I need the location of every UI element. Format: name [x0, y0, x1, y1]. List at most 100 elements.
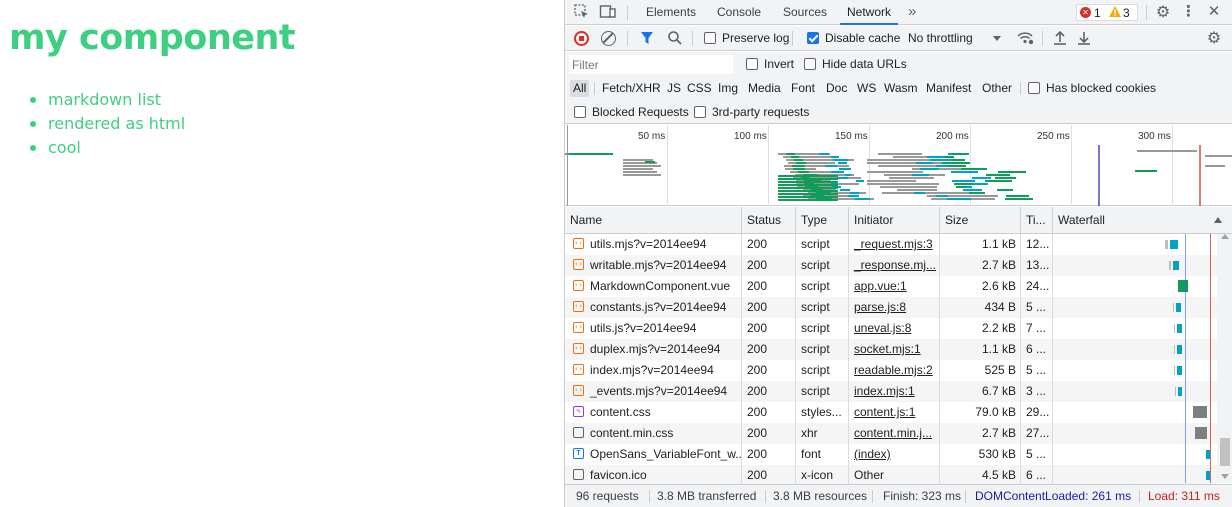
table-row[interactable]: ‹› writable.mjs?v=2014ee94 200 script _respo…	[565, 255, 1217, 276]
tab-elements[interactable]: Elements	[646, 0, 696, 25]
type-filter-all[interactable]: All	[570, 80, 590, 97]
disable-cache-checkbox[interactable]	[807, 32, 819, 44]
tab-console[interactable]: Console	[717, 0, 761, 25]
import-har-icon[interactable]	[1053, 30, 1067, 46]
table-row[interactable]: content.min.css 200 xhr content.min.j... 2.7…	[565, 423, 1217, 444]
cell-time: 3 ...	[1021, 381, 1053, 402]
column-header-time[interactable]: Ti...	[1021, 207, 1053, 234]
device-toolbar-icon[interactable]	[599, 3, 617, 21]
blocked-requests-label[interactable]: Blocked Requests	[592, 105, 689, 119]
page-heading: my component	[9, 18, 296, 58]
table-row[interactable]: ‹› utils.js?v=2014ee94 200 script uneval.js:…	[565, 318, 1217, 339]
table-row[interactable]: ‹› _events.mjs?v=2014ee94 200 script index.m…	[565, 381, 1217, 402]
cell-initiator[interactable]: parse.js:8	[849, 297, 940, 318]
filter-funnel-icon[interactable]	[640, 31, 654, 45]
doc-file-icon	[573, 427, 584, 438]
chevron-down-icon[interactable]	[993, 36, 1001, 41]
cell-initiator[interactable]: content.min.j...	[849, 423, 940, 444]
waterfall-bar	[1177, 324, 1182, 333]
table-row[interactable]: ‹› duplex.mjs?v=2014ee94 200 script socket.m…	[565, 339, 1217, 360]
type-filter-js[interactable]: JS	[664, 80, 684, 97]
cell-initiator[interactable]: Other	[849, 465, 940, 486]
invert-checkbox[interactable]	[746, 58, 758, 70]
type-filter-ws[interactable]: WS	[854, 80, 879, 97]
type-filter-media[interactable]: Media	[745, 80, 784, 97]
column-header-type[interactable]: Type	[796, 207, 849, 234]
cell-text: script	[801, 384, 830, 398]
has-blocked-cookies-label[interactable]: Has blocked cookies	[1046, 81, 1156, 95]
settings-gear-icon[interactable]: ⚙	[1154, 2, 1172, 22]
network-overview-timeline[interactable]: 50 ms 100 ms 150 ms 200 ms 250 ms 300 ms	[565, 125, 1232, 206]
table-row[interactable]: favicon.ico 200 x-icon Other 4.5 kB 6 ...	[565, 465, 1217, 486]
type-filter-fetch-xhr[interactable]: Fetch/XHR	[599, 80, 664, 97]
column-header-waterfall[interactable]: Waterfall	[1053, 207, 1232, 234]
column-header-initiator[interactable]: Initiator	[849, 207, 940, 234]
third-party-requests-label[interactable]: 3rd-party requests	[712, 105, 809, 119]
cell-text: font	[801, 447, 822, 461]
cell-initiator[interactable]: app.vue:1	[849, 276, 940, 297]
export-har-icon[interactable]	[1077, 30, 1091, 46]
table-row[interactable]: ‹› constants.js?v=2014ee94 200 script parse.…	[565, 297, 1217, 318]
hide-data-urls-label[interactable]: Hide data URLs	[822, 57, 907, 71]
filter-input[interactable]	[569, 55, 733, 74]
type-filter-css[interactable]: CSS	[684, 80, 715, 97]
type-filter-other[interactable]: Other	[979, 80, 1015, 97]
close-devtools-icon[interactable]: ✕	[1205, 2, 1223, 22]
cell-text: 200	[747, 342, 768, 356]
preserve-log-checkbox[interactable]	[704, 32, 716, 44]
throttling-select[interactable]: No throttling	[908, 31, 973, 45]
table-row[interactable]: ‹› MarkdownComponent.vue 200 script app.vue:…	[565, 276, 1217, 297]
cell-name: ‹› index.mjs?v=2014ee94	[565, 360, 742, 381]
cell-initiator[interactable]: socket.mjs:1	[849, 339, 940, 360]
cell-size: 525 B	[940, 360, 1021, 381]
invert-label[interactable]: Invert	[764, 57, 794, 71]
column-header-size[interactable]: Size	[940, 207, 1021, 234]
third-party-requests-checkbox[interactable]	[694, 106, 706, 118]
more-options-icon[interactable]: ⋮	[1181, 2, 1196, 22]
waterfall-queue-bar	[1175, 387, 1176, 396]
tab-network[interactable]: Network	[840, 0, 899, 25]
cell-initiator[interactable]: readable.mjs:2	[849, 360, 940, 381]
cell-name: ‹› utils.js?v=2014ee94	[565, 318, 742, 339]
overview-waterfall-graph	[565, 145, 1232, 206]
cell-name: ‹› duplex.mjs?v=2014ee94	[565, 339, 742, 360]
preserve-log-label[interactable]: Preserve log	[722, 31, 789, 45]
cell-text: favicon.ico	[590, 468, 647, 482]
blocked-requests-checkbox[interactable]	[574, 106, 586, 118]
search-icon[interactable]	[667, 30, 683, 46]
cell-initiator[interactable]: _response.mj...	[849, 255, 940, 276]
type-filter-doc[interactable]: Doc	[823, 80, 850, 97]
type-filter-wasm[interactable]: Wasm	[881, 80, 921, 97]
scroll-up-icon[interactable]	[1221, 234, 1229, 239]
column-header-name[interactable]: Name	[565, 207, 742, 234]
has-blocked-cookies-checkbox[interactable]	[1028, 82, 1040, 94]
table-row[interactable]: T OpenSans_VariableFont_w... 200 font (index…	[565, 444, 1217, 465]
type-filter-manifest[interactable]: Manifest	[923, 80, 974, 97]
cell-initiator[interactable]: (index)	[849, 444, 940, 465]
cell-name: ✎ content.css	[565, 402, 742, 423]
network-conditions-wifi-icon[interactable]	[1016, 30, 1034, 46]
cell-time: 6 ...	[1021, 339, 1053, 360]
hide-data-urls-checkbox[interactable]	[804, 58, 816, 70]
sort-ascending-icon[interactable]	[1214, 217, 1222, 223]
record-stop-icon[interactable]	[574, 31, 589, 46]
cell-initiator[interactable]: _request.mjs:3	[849, 234, 940, 255]
scrollbar-thumb[interactable]	[1220, 438, 1230, 466]
inspect-element-icon[interactable]	[573, 3, 591, 21]
disable-cache-label[interactable]: Disable cache	[825, 31, 900, 45]
type-filter-img[interactable]: Img	[715, 80, 741, 97]
cell-initiator[interactable]: uneval.js:8	[849, 318, 940, 339]
tab-sources[interactable]: Sources	[783, 0, 827, 25]
cell-initiator[interactable]: content.js:1	[849, 402, 940, 423]
clear-icon[interactable]	[601, 31, 616, 46]
table-scrollbar[interactable]	[1217, 234, 1232, 483]
cell-initiator[interactable]: index.mjs:1	[849, 381, 940, 402]
more-tabs-button[interactable]: »	[908, 0, 916, 25]
table-row[interactable]: ‹› index.mjs?v=2014ee94 200 script readable.…	[565, 360, 1217, 381]
type-filter-font[interactable]: Font	[788, 80, 818, 97]
table-row[interactable]: ‹› utils.mjs?v=2014ee94 200 script _request.…	[565, 234, 1217, 255]
table-row[interactable]: ✎ content.css 200 styles... content.js:1 79.0…	[565, 402, 1217, 423]
scroll-down-icon[interactable]	[1221, 474, 1229, 479]
network-settings-gear-icon[interactable]: ⚙	[1205, 28, 1223, 48]
column-header-status[interactable]: Status	[742, 207, 796, 234]
